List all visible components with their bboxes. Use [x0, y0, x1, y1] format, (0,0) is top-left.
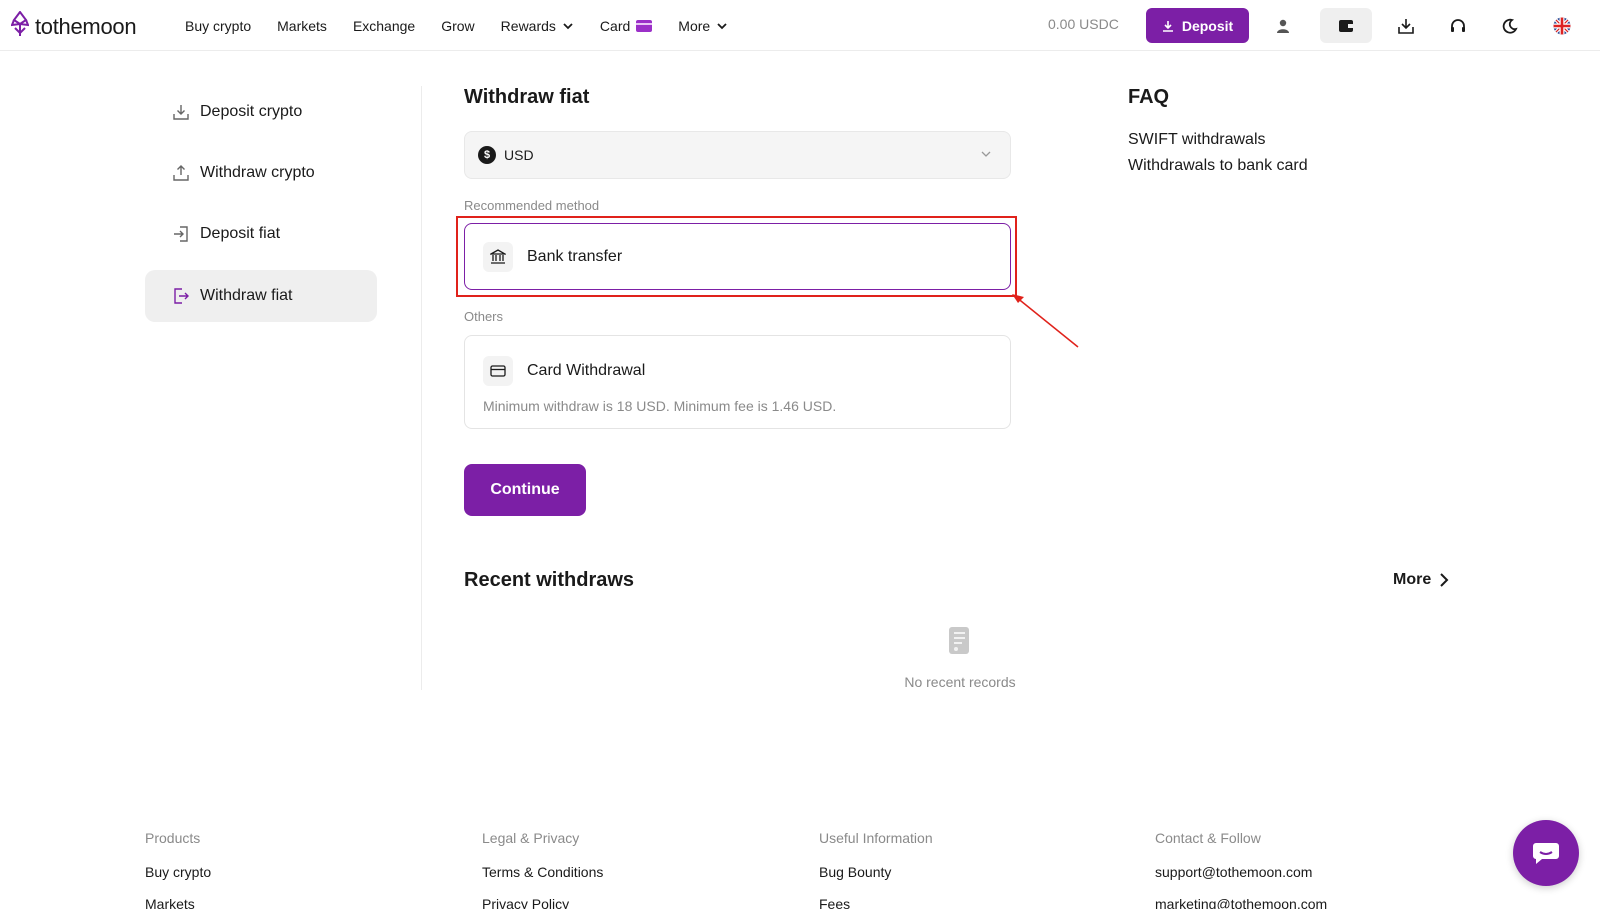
footer-link[interactable]: Buy crypto: [145, 864, 211, 880]
balance-display: 0.00 USDC: [1048, 16, 1119, 32]
footer-heading: Useful Information: [819, 830, 933, 846]
deposit-button[interactable]: Deposit: [1146, 8, 1249, 43]
deposit-label: Deposit: [1181, 17, 1234, 34]
recent-withdraws-title: Recent withdraws: [464, 569, 635, 591]
footer-link[interactable]: Privacy Policy: [482, 896, 603, 909]
usd-coin-icon: $: [478, 146, 496, 164]
footer-link[interactable]: Bug Bounty: [819, 864, 933, 880]
footer-column-legal: Legal & Privacy Terms & Conditions Priva…: [482, 830, 603, 909]
method-label: Card Withdrawal: [527, 362, 646, 379]
more-label: More: [1393, 571, 1432, 588]
card-icon: [636, 19, 653, 32]
faq-link-bank-card[interactable]: Withdrawals to bank card: [1128, 157, 1308, 175]
nav-label: Rewards: [500, 17, 556, 34]
main-nav: Buy crypto Markets Exchange Grow Rewards…: [185, 0, 754, 51]
sidebar-item-label: Withdraw crypto: [200, 164, 315, 181]
faq-link-swift[interactable]: SWIFT withdrawals: [1128, 131, 1266, 149]
nav-label: Buy crypto: [185, 17, 252, 34]
logo-text: tothemoon: [35, 13, 137, 39]
footer-column-useful-info: Useful Information Bug Bounty Fees: [819, 830, 933, 909]
annotation-highlight-box: [456, 216, 1017, 297]
sidebar-item-label: Deposit fiat: [200, 225, 281, 242]
sidebar-item-label: Withdraw fiat: [200, 287, 293, 304]
empty-records-text: No recent records: [904, 674, 1016, 690]
chat-support-button[interactable]: [1513, 820, 1579, 886]
empty-records-icon: [949, 627, 969, 654]
nav-exchange[interactable]: Exchange: [353, 18, 415, 34]
footer-link[interactable]: Terms & Conditions: [482, 864, 603, 880]
footer-column-products: Products Buy crypto Markets: [145, 830, 211, 909]
footer-link[interactable]: Fees: [819, 896, 933, 909]
top-header: tothemoon Buy crypto Markets Exchange Gr…: [0, 0, 1600, 51]
footer-link[interactable]: support@tothemoon.com: [1155, 864, 1327, 880]
nav-grow[interactable]: Grow: [441, 18, 474, 34]
chat-icon: [1533, 843, 1559, 864]
footer-heading: Products: [145, 830, 201, 846]
wallet-icon: [1339, 19, 1353, 32]
currency-select[interactable]: $ USD: [464, 131, 1011, 179]
recent-more-link[interactable]: More: [1393, 571, 1449, 589]
app-download-button[interactable]: [1388, 8, 1424, 43]
footer-column-contact: Contact & Follow support@tothemoon.com m…: [1155, 830, 1327, 909]
footer-link[interactable]: marketing@tothemoon.com: [1155, 896, 1327, 909]
logout-icon: [172, 287, 190, 305]
download-icon: [172, 103, 190, 121]
download-icon: [1162, 20, 1173, 32]
others-label: Others: [464, 309, 504, 324]
continue-button[interactable]: Continue: [464, 464, 586, 516]
support-button[interactable]: [1440, 8, 1476, 43]
user-icon: [1277, 19, 1289, 33]
annotation-arrow-icon: [1012, 294, 1079, 348]
sidebar-item-withdraw-fiat[interactable]: Withdraw fiat: [145, 270, 377, 322]
logo-icon: [10, 10, 30, 42]
login-icon: [172, 225, 190, 243]
footer-heading: Contact & Follow: [1155, 830, 1261, 846]
recommended-method-label: Recommended method: [464, 198, 600, 213]
method-card-withdrawal[interactable]: Card Withdrawal Minimum withdraw is 18 U…: [464, 335, 1011, 429]
download-icon: [1398, 18, 1414, 34]
sidebar-item-withdraw-crypto[interactable]: Withdraw crypto: [145, 147, 377, 199]
nav-label: More: [678, 17, 711, 34]
nav-label: Exchange: [352, 17, 416, 34]
nav-card[interactable]: Card: [599, 17, 653, 34]
wallet-button[interactable]: [1320, 8, 1372, 43]
footer-link[interactable]: Markets: [145, 896, 211, 909]
logo[interactable]: tothemoon: [10, 10, 137, 42]
upload-icon: [172, 164, 190, 182]
sidebar: Deposit crypto Withdraw crypto Deposit f…: [145, 86, 422, 690]
chevron-down-icon: [717, 22, 727, 29]
theme-toggle[interactable]: [1492, 8, 1528, 43]
sidebar-item-label: Deposit crypto: [200, 103, 303, 120]
profile-button[interactable]: [1265, 8, 1301, 43]
method-note: Minimum withdraw is 18 USD. Minimum fee …: [483, 398, 837, 414]
nav-label: Markets: [277, 17, 327, 34]
credit-card-icon: [483, 356, 513, 386]
nav-markets[interactable]: Markets: [277, 18, 327, 34]
faq-title: FAQ: [1128, 86, 1170, 108]
page-title: Withdraw fiat: [464, 86, 590, 108]
nav-label: Card: [599, 17, 631, 34]
uk-flag-icon: [1553, 17, 1571, 34]
chevron-down-icon: [563, 22, 573, 29]
nav-more[interactable]: More: [678, 18, 728, 34]
nav-label: Grow: [441, 17, 475, 34]
moon-icon: [1502, 18, 1518, 34]
sidebar-item-deposit-fiat[interactable]: Deposit fiat: [145, 208, 377, 260]
headset-icon: [1451, 18, 1465, 32]
currency-code: USD: [504, 147, 534, 163]
language-button[interactable]: [1544, 8, 1580, 43]
nav-buy-crypto[interactable]: Buy crypto: [185, 18, 251, 34]
footer-heading: Legal & Privacy: [482, 830, 580, 846]
chevron-right-icon: [1440, 573, 1449, 587]
sidebar-item-deposit-crypto[interactable]: Deposit crypto: [145, 86, 377, 138]
nav-rewards[interactable]: Rewards: [501, 18, 574, 34]
chevron-down-icon: [981, 151, 991, 157]
